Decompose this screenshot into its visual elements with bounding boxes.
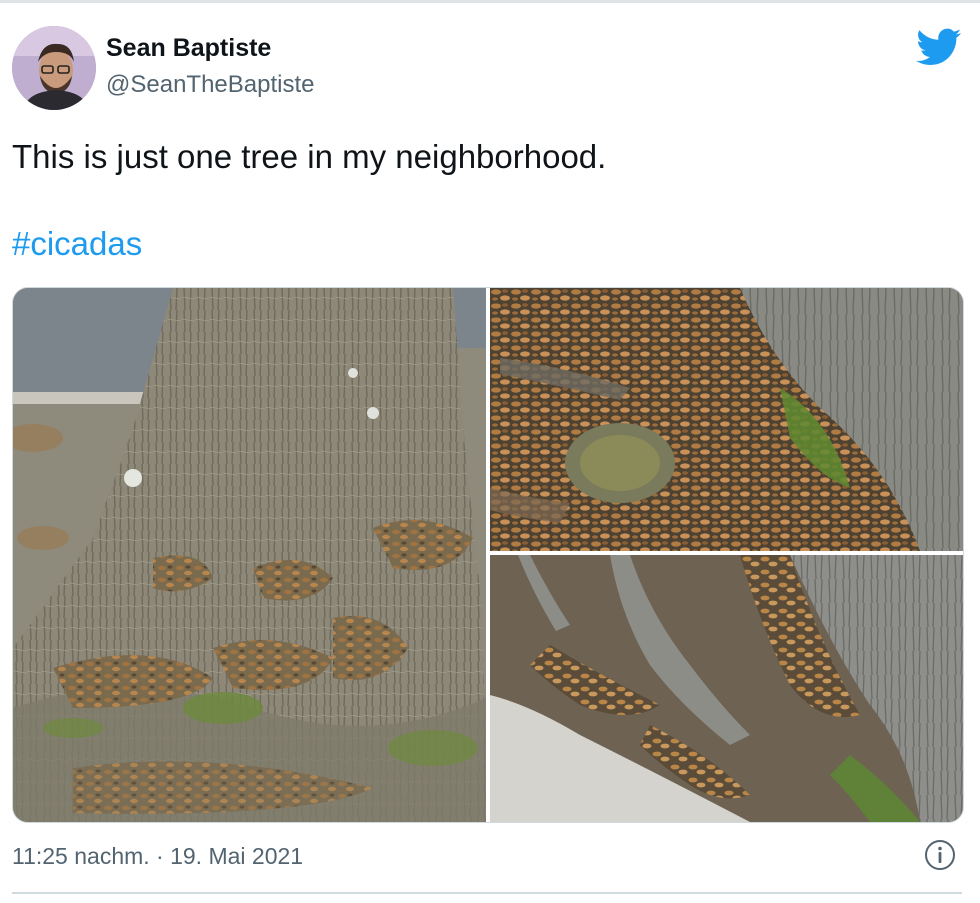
tweet-text: This is just one tree in my neighborhood… — [12, 138, 607, 175]
media-grid — [12, 287, 964, 823]
bottom-divider — [12, 892, 962, 894]
author-name[interactable]: Sean Baptiste — [106, 34, 271, 63]
photo-cicadas-roots[interactable] — [490, 555, 963, 822]
twitter-bird-icon[interactable] — [916, 28, 962, 68]
info-icon[interactable] — [924, 839, 956, 871]
avatar[interactable] — [12, 26, 96, 110]
hashtag-link[interactable]: #cicadas — [12, 225, 142, 263]
photo-tree-trunk[interactable] — [13, 288, 486, 822]
top-divider — [0, 0, 980, 3]
photo-cicadas-moss[interactable] — [490, 288, 963, 551]
tweet-timestamp[interactable]: 11:25 nachm. · 19. Mai 2021 — [12, 843, 303, 870]
author-handle[interactable]: @SeanTheBaptiste — [106, 71, 315, 99]
